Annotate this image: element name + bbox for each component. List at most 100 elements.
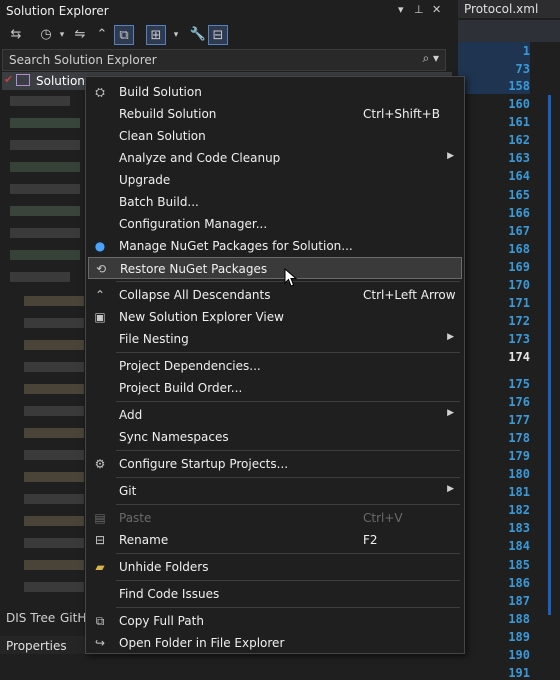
line-number: 163: [508, 151, 530, 165]
show-all-files-icon[interactable]: ⧉: [114, 25, 134, 45]
solution-explorer-title: Solution Explorer: [6, 4, 109, 18]
copy-icon: ⧉: [95, 614, 105, 628]
menu-item-open-folder-in-file-explorer[interactable]: ↪ Open Folder in File Explorer: [88, 632, 462, 654]
menu-separator: [116, 607, 460, 608]
history-dropdown-icon[interactable]: ▾: [52, 25, 72, 45]
menu-item-rename[interactable]: ⊟ Rename F2: [88, 529, 462, 551]
tab-dis-tree[interactable]: DIS Tree: [6, 611, 55, 625]
menu-separator: [116, 352, 460, 353]
line-number: 188: [508, 612, 530, 626]
menu-item-build-solution[interactable]: ⛭ Build Solution: [88, 81, 462, 103]
context-menu: ⛭ Build Solution Rebuild Solution Ctrl+Shif…: [85, 76, 465, 654]
line-number: 191: [508, 666, 530, 680]
line-number: 184: [508, 539, 530, 553]
menu-item-sync-namespaces[interactable]: Sync Namespaces: [88, 426, 462, 448]
line-number: 73: [515, 62, 530, 76]
menu-item-batch-build[interactable]: Batch Build...: [88, 191, 462, 213]
menu-item-rebuild-solution[interactable]: Rebuild Solution Ctrl+Shift+B: [88, 103, 462, 125]
line-number: 189: [508, 630, 530, 644]
menu-item-shortcut: F2: [363, 533, 378, 547]
menu-item-restore-nuget-packages[interactable]: ⟲ Restore NuGet Packages: [88, 257, 462, 279]
editor-tab[interactable]: Protocol.xml: [458, 0, 560, 18]
submenu-arrow-icon: ▶: [447, 151, 454, 161]
menu-item-label: File Nesting: [119, 332, 189, 346]
menu-separator: [116, 401, 460, 402]
menu-separator: [116, 450, 460, 451]
menu-item-upgrade[interactable]: Upgrade: [88, 169, 462, 191]
menu-item-label: Restore NuGet Packages: [120, 262, 268, 276]
menu-separator: [116, 477, 460, 478]
change-margin-bar: [548, 95, 551, 615]
sync-icon[interactable]: ⇋: [70, 25, 90, 45]
menu-item-project-build-order[interactable]: Project Build Order...: [88, 377, 462, 399]
line-number: 169: [508, 260, 530, 274]
line-number: 165: [508, 188, 530, 202]
menu-item-label: Find Code Issues: [119, 587, 220, 601]
menu-item-label: Paste: [119, 511, 152, 525]
menu-item-clean-solution[interactable]: Clean Solution: [88, 125, 462, 147]
preview-icon[interactable]: ⊟: [208, 25, 228, 45]
pin-icon[interactable]: ⊥: [414, 3, 424, 16]
menu-item-label: Analyze and Code Cleanup: [119, 151, 281, 165]
menu-item-unhide-folders[interactable]: ▰ Unhide Folders: [88, 556, 462, 578]
menu-item-label: Configuration Manager...: [119, 217, 268, 231]
menu-item-new-solution-explorer-view[interactable]: ▣ New Solution Explorer View: [88, 306, 462, 328]
tab-git-changes[interactable]: GitH: [60, 611, 86, 625]
menu-item-manage-nuget-packages-for-solution[interactable]: ● Manage NuGet Packages for Solution...: [88, 235, 462, 257]
menu-item-label: Clean Solution: [119, 129, 206, 143]
collapse-all-icon[interactable]: ⌃: [92, 25, 112, 45]
filter-dropdown-icon[interactable]: ▾: [166, 25, 186, 45]
menu-item-label: Project Dependencies...: [119, 359, 261, 373]
menu-item-label: Rebuild Solution: [119, 107, 217, 121]
menu-item-configuration-manager[interactable]: Configuration Manager...: [88, 213, 462, 235]
line-number: 167: [508, 224, 530, 238]
properties-wrench-icon[interactable]: 🔧: [188, 25, 208, 45]
menu-item-add[interactable]: Add ▶: [88, 404, 462, 426]
line-number: 179: [508, 449, 530, 463]
nuget-icon: ●: [94, 239, 106, 253]
line-number: 187: [508, 594, 530, 608]
build-icon: ⛭: [95, 85, 105, 99]
menu-item-git[interactable]: Git ▶: [88, 480, 462, 502]
search-icon[interactable]: ⌕ ▾: [422, 51, 439, 66]
line-number: 158: [508, 79, 530, 93]
line-number: 177: [508, 413, 530, 427]
collapse-icon: ⌃: [94, 288, 106, 302]
line-number: 164: [508, 169, 530, 183]
cursor-arrow-icon: [284, 267, 298, 287]
window-position-icon[interactable]: ▾: [398, 3, 404, 16]
line-number: 180: [508, 467, 530, 481]
search-box[interactable]: ⌕ ▾: [2, 49, 446, 71]
menu-item-project-dependencies[interactable]: Project Dependencies...: [88, 355, 462, 377]
preview-selected-icon[interactable]: ⊞: [146, 25, 166, 45]
line-number: 183: [508, 521, 530, 535]
menu-item-label: Manage NuGet Packages for Solution...: [119, 239, 353, 253]
menu-item-label: Copy Full Path: [119, 614, 204, 628]
menu-item-configure-startup-projects[interactable]: ⚙ Configure Startup Projects...: [88, 453, 462, 475]
menu-item-collapse-all-descendants[interactable]: ⌃ Collapse All Descendants Ctrl+Left Arrow: [88, 284, 462, 306]
search-input[interactable]: [7, 51, 411, 69]
checkmark-icon: ✔: [4, 73, 14, 86]
menu-item-label: Sync Namespaces: [119, 430, 229, 444]
line-number: 181: [508, 485, 530, 499]
menu-item-find-code-issues[interactable]: Find Code Issues: [88, 583, 462, 605]
menu-item-shortcut: Ctrl+Left Arrow: [363, 288, 456, 302]
rename-icon: ⊟: [94, 533, 106, 547]
switch-views-icon[interactable]: ⇆: [6, 25, 26, 45]
line-number: 171: [508, 296, 530, 310]
paste-icon: ▤: [94, 511, 106, 525]
new-view-icon: ▣: [94, 310, 106, 324]
menu-item-file-nesting[interactable]: File Nesting ▶: [88, 328, 462, 350]
menu-item-label: Project Build Order...: [119, 381, 243, 395]
close-icon[interactable]: ✕: [432, 3, 441, 16]
menu-item-copy-full-path[interactable]: ⧉ Copy Full Path: [88, 610, 462, 632]
menu-item-label: Collapse All Descendants: [119, 288, 271, 302]
menu-separator: [116, 504, 460, 505]
line-number: 182: [508, 503, 530, 517]
menu-item-analyze-and-code-cleanup[interactable]: Analyze and Code Cleanup ▶: [88, 147, 462, 169]
menu-item-label: Build Solution: [119, 85, 202, 99]
menu-item-label: Upgrade: [119, 173, 171, 187]
menu-separator: [116, 553, 460, 554]
menu-item-label: Batch Build...: [119, 195, 199, 209]
solution-icon: [16, 74, 30, 86]
